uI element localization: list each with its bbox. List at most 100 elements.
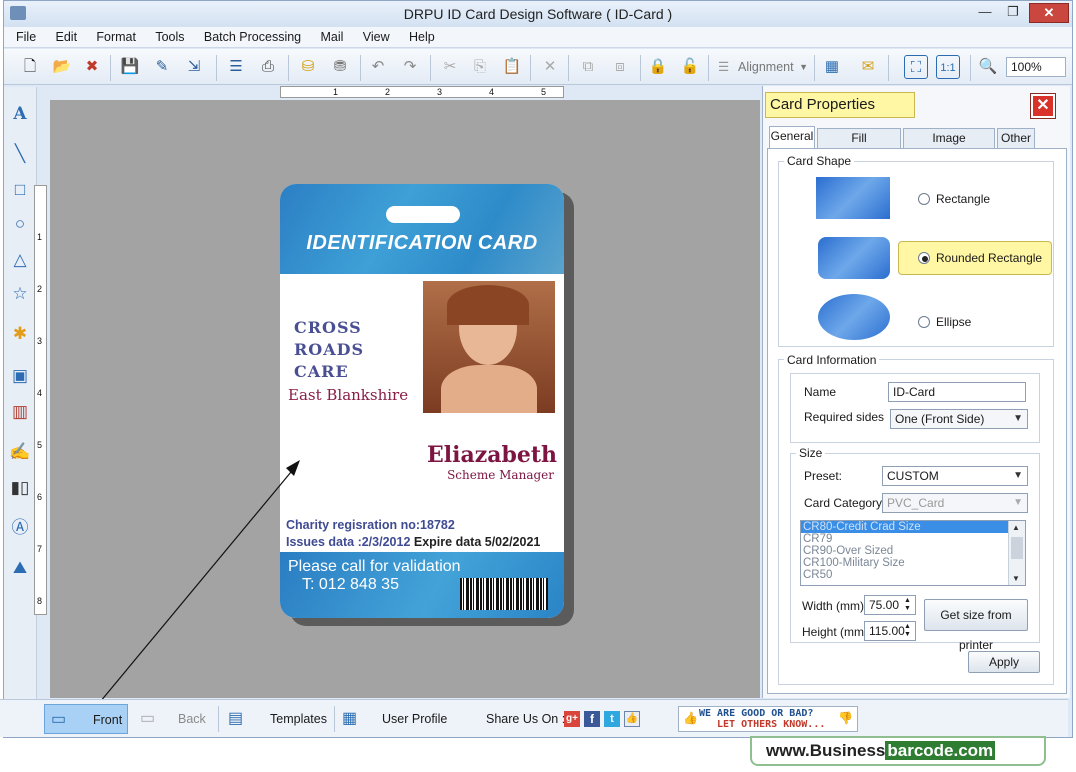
size-list[interactable]: CR80-Credit Crad Size CR79 CR90-Over Siz… [800,520,1026,586]
export-icon[interactable]: ⇲ [182,55,206,79]
menu-file[interactable]: File [16,27,36,44]
tab-fill-background[interactable]: Fill Background [817,128,901,164]
group-icon[interactable]: ⧉ [576,55,600,79]
list-scrollbar[interactable]: ▲ ▼ [1008,521,1025,585]
menu-help[interactable]: Help [409,27,435,44]
scroll-up-icon[interactable]: ▲ [1012,523,1020,532]
like-icon[interactable]: 👍 [624,711,640,727]
line-tool-icon[interactable]: ╲ [7,141,33,167]
tab-image-processing[interactable]: Image Processing [903,128,995,164]
star-tool-icon[interactable]: ☆ [7,281,33,307]
templates-button[interactable]: ▤ Templates [224,704,330,734]
height-stepper[interactable]: ▲ ▼ [904,623,911,639]
feedback-banner[interactable]: 👍 WE ARE GOOD OR BAD? LET OTHERS KNOW...… [678,706,858,732]
scroll-down-icon[interactable]: ▼ [1012,574,1020,583]
library-tool-icon[interactable]: ▥ [7,399,33,425]
image-tool-icon[interactable]: ▣ [7,363,33,389]
scroll-thumb[interactable] [1011,537,1023,559]
ellipse-tool-icon[interactable]: ○ [7,211,33,237]
org-line-1[interactable]: CROSS [294,318,362,337]
zoom-input[interactable]: 100% [1006,57,1066,77]
unlock-icon[interactable]: 🔓 [678,55,702,79]
rectangle-tool-icon[interactable]: □ [7,177,33,203]
picture-tool-icon[interactable]: ⛰ [7,555,33,581]
save-icon[interactable]: 💾 [118,55,142,79]
required-sides-dropdown[interactable]: One (Front Side) ▼ [890,409,1028,429]
front-button[interactable]: ▭ Front [44,704,128,734]
signature-tool-icon[interactable]: ✍ [7,439,33,465]
ellipse-radio[interactable] [918,316,930,328]
org-line-2[interactable]: ROADS [294,340,364,359]
undo-icon[interactable]: ↶ [366,55,390,79]
mail-icon[interactable]: ✉ [856,55,880,79]
card-category-dropdown[interactable]: PVC_Card ▼ [882,493,1028,513]
barcode-tool-icon[interactable]: ▮▯ [7,475,33,501]
rectangle-preview[interactable] [816,177,890,219]
ellipse-preview[interactable] [818,294,890,340]
new-file-icon[interactable]: 🗋 [18,55,42,79]
menu-format[interactable]: Format [96,27,136,44]
id-card[interactable]: IDENTIFICATION CARD CROSS ROADS CARE Eas… [280,184,564,618]
restore-button[interactable]: ❐ [1000,3,1026,23]
issue-expire-line[interactable]: Issues data :2/3/2012 Expire data 5/02/2… [286,535,540,549]
list-item[interactable]: CR79 [801,533,1025,545]
phone-text[interactable]: T: 012 848 35 [302,576,399,594]
grid-icon[interactable]: ▦ [820,55,844,79]
open-folder-icon[interactable]: 📂 [50,55,74,79]
list-item[interactable]: CR100-Military Size [801,557,1025,569]
cut-icon[interactable]: ✂ [438,55,462,79]
symbol-tool-icon[interactable]: ✱ [7,321,33,347]
menu-view[interactable]: View [363,27,390,44]
menu-mail[interactable]: Mail [320,27,343,44]
validation-text[interactable]: Please call for validation [288,558,461,576]
lock-icon[interactable]: 🔒 [646,55,670,79]
copy-icon[interactable]: ⎘ [468,55,492,79]
google-plus-icon[interactable]: g+ [564,711,580,727]
apply-button[interactable]: Apply [968,651,1040,673]
print-icon[interactable]: ⎙ [256,55,280,79]
org-city[interactable]: East Blankshire [288,386,408,404]
tab-other[interactable]: Other [997,128,1035,148]
alignment-dropdown[interactable]: Alignment ▼ ☰ [714,57,810,77]
user-profile-button[interactable]: ▦ User Profile [338,704,450,734]
org-line-3[interactable]: CARE [294,362,349,381]
database-list-icon[interactable]: ⛃ [328,55,352,79]
get-size-from-printer-button[interactable]: Get size from printer [924,599,1028,652]
width-stepper[interactable]: ▲ ▼ [904,597,911,613]
redo-icon[interactable]: ↷ [398,55,422,79]
menu-tools[interactable]: Tools [155,27,184,44]
card-barcode[interactable] [460,578,548,610]
twitter-icon[interactable]: t [604,711,620,727]
back-button[interactable]: ▭ Back [134,704,214,734]
minimize-button[interactable]: — [972,3,998,23]
card-name-input[interactable]: ID-Card [888,382,1026,402]
delete-icon[interactable]: ✕ [538,55,562,79]
preset-dropdown[interactable]: CUSTOM ▼ [882,466,1028,486]
employee-photo[interactable] [423,281,555,413]
tab-general[interactable]: General [769,126,815,148]
rounded-rectangle-radio[interactable] [918,252,930,264]
save-as-icon[interactable]: ✎ [150,55,174,79]
menu-edit[interactable]: Edit [56,27,78,44]
close-file-icon[interactable]: ✖ [80,55,104,79]
employee-role[interactable]: Scheme Manager [400,468,554,482]
close-icon[interactable]: ✕ [1030,93,1056,119]
rounded-rectangle-preview[interactable] [818,237,890,279]
fit-to-window-icon[interactable]: ⛶ [904,55,928,79]
card-title[interactable]: IDENTIFICATION CARD [280,232,564,255]
triangle-tool-icon[interactable]: △ [7,247,33,273]
zoom-icon[interactable]: 🔍 [976,55,1000,79]
list-item[interactable]: CR50 [801,569,1025,581]
watermark-tool-icon[interactable]: Ⓐ [7,515,33,541]
database-icon[interactable]: ⛁ [296,55,320,79]
menu-batch-processing[interactable]: Batch Processing [204,27,301,44]
ungroup-icon[interactable]: ⧈ [608,55,632,79]
properties-icon[interactable]: ☰ [224,55,248,79]
charity-number[interactable]: Charity regisration no:18782 [286,518,455,532]
employee-name[interactable]: Eliazabeth [400,442,557,468]
close-button[interactable]: ✕ [1029,3,1069,23]
text-tool-icon[interactable]: A [7,101,33,127]
list-item[interactable]: CR80-Credit Crad Size [801,521,1025,533]
list-item[interactable]: CR90-Over Sized [801,545,1025,557]
facebook-icon[interactable]: f [584,711,600,727]
